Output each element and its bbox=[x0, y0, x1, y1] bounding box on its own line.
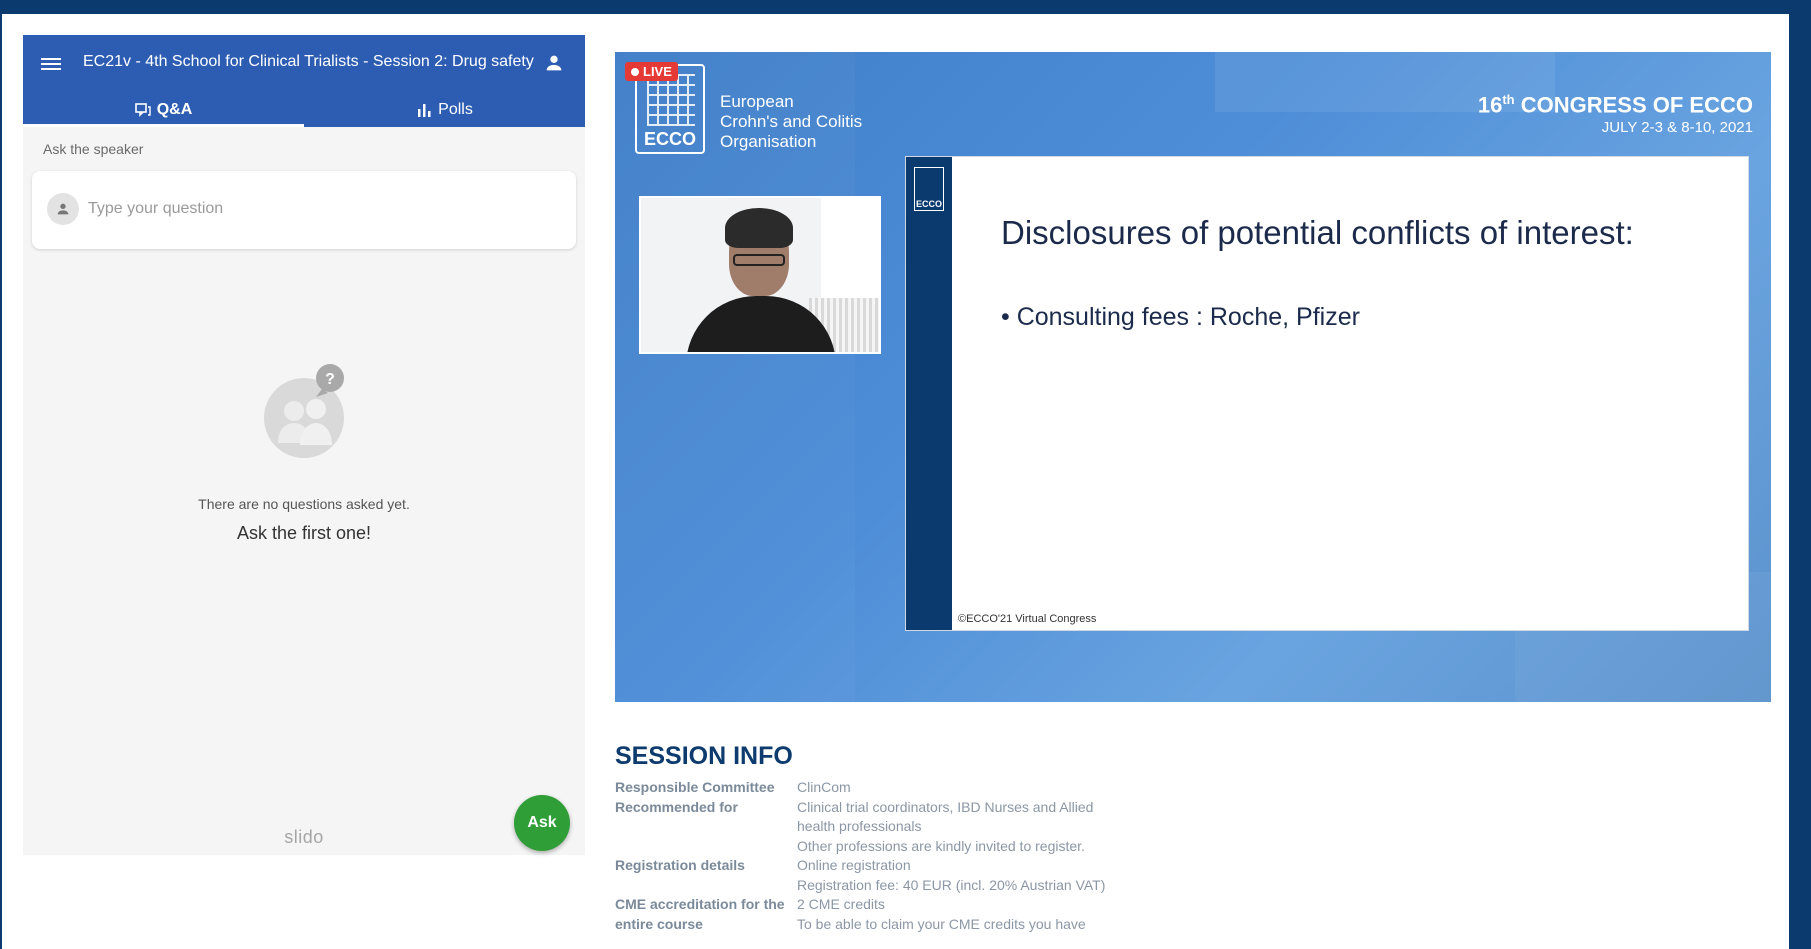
ask-button[interactable]: Ask bbox=[514, 795, 570, 851]
chat-bubbles-icon bbox=[134, 103, 151, 117]
empty-state-cta: Ask the first one! bbox=[236, 523, 372, 543]
menu-icon[interactable] bbox=[41, 55, 61, 75]
slide-ecco-logo: ECCO bbox=[914, 167, 944, 211]
svg-text:?: ? bbox=[325, 371, 335, 388]
empty-state-text: There are no questions asked yet. bbox=[198, 496, 410, 512]
slido-panel: EC21v - 4th School for Clinical Trialist… bbox=[23, 35, 585, 855]
slide-title: Disclosures of potential conflicts of in… bbox=[1001, 214, 1634, 251]
tab-bar: Q&A Polls bbox=[23, 93, 585, 127]
slido-logo: slido bbox=[284, 827, 324, 847]
live-dot-icon bbox=[631, 67, 639, 76]
bar-chart-icon bbox=[418, 104, 431, 117]
tab-qa[interactable]: Q&A bbox=[23, 93, 304, 127]
no-questions-illustration-icon: ? bbox=[264, 364, 344, 458]
question-input[interactable] bbox=[88, 189, 558, 229]
organisation-name: European Crohn's and Colitis Organisatio… bbox=[720, 92, 863, 151]
event-title: EC21v - 4th School for Clinical Trialist… bbox=[83, 53, 534, 70]
session-info-heading: SESSION INFO bbox=[615, 742, 793, 770]
user-icon bbox=[57, 203, 69, 215]
live-label: LIVE bbox=[643, 64, 672, 79]
info-row: CME accreditation for the entire course … bbox=[615, 896, 1086, 932]
session-info-table: Responsible Committee ClinCom Recommende… bbox=[615, 778, 1117, 934]
info-row: Registration details Online registration… bbox=[615, 857, 1106, 893]
congress-title: 16th CONGRESS OF ECCO bbox=[1477, 92, 1753, 118]
slide-bullet: • Consulting fees : Roche, Pfizer bbox=[1001, 303, 1360, 331]
slido-header: EC21v - 4th School for Clinical Trialist… bbox=[23, 35, 585, 127]
tab-qa-label: Q&A bbox=[156, 101, 193, 118]
slide-footer: ©ECCO'21 Virtual Congress bbox=[958, 613, 1097, 625]
speaker-webcam bbox=[639, 196, 881, 354]
page-content: EC21v - 4th School for Clinical Trialist… bbox=[2, 14, 1789, 949]
info-row: Recommended for Clinical trial coordinat… bbox=[615, 798, 1094, 854]
slide-sidebar: ECCO bbox=[906, 157, 952, 630]
info-row: Responsible Committee ClinCom bbox=[615, 779, 851, 795]
question-box[interactable] bbox=[32, 171, 576, 249]
tab-polls[interactable]: Polls bbox=[304, 93, 585, 127]
video-player[interactable]: ECCO LIVE European Crohn's and Colitis O… bbox=[615, 52, 1771, 702]
presentation-slide: ECCO Disclosures of potential conflicts … bbox=[905, 156, 1749, 631]
tab-polls-label: Polls bbox=[438, 101, 473, 118]
congress-dates: JULY 2-3 & 8-10, 2021 bbox=[1601, 119, 1753, 136]
ask-the-speaker-label: Ask the speaker bbox=[43, 141, 144, 157]
user-profile-icon[interactable] bbox=[543, 52, 565, 74]
avatar bbox=[47, 193, 79, 225]
live-badge: LIVE bbox=[625, 62, 678, 81]
